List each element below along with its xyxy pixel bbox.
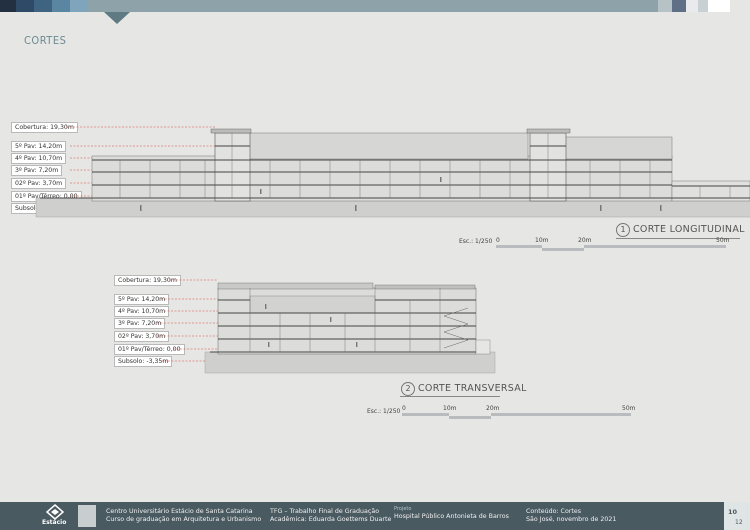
scale-tick-0: 0 xyxy=(496,237,500,244)
longitudinal-drawing xyxy=(35,126,750,218)
page-total: 12 xyxy=(735,519,743,526)
institution-line2: Curso de graduação em Arquitetura e Urba… xyxy=(106,516,262,523)
scale-bar-seg2 xyxy=(542,248,584,251)
tfg-line2: Acadêmica: Eduarda Goettems Duarte xyxy=(270,516,392,523)
t-scale-bar-seg3 xyxy=(491,413,631,416)
scale-tick-50: 50m xyxy=(716,237,730,244)
section-number-2: 2 xyxy=(401,382,415,396)
estacio-logo-mark xyxy=(45,504,65,520)
scale-bar-seg1 xyxy=(496,245,542,248)
course-badge xyxy=(78,505,96,527)
project-name: Hospital Público Antonieta de Barros xyxy=(394,513,509,520)
section-number-1: 1 xyxy=(616,223,630,237)
project-label: Projeto xyxy=(394,506,412,512)
institution-line1: Centro Universitário Estácio de Santa Ca… xyxy=(106,508,253,515)
scale-bar-seg3 xyxy=(584,245,726,248)
tfg-line1: TFG – Trabalho Final de Graduação xyxy=(270,508,380,515)
t-scale-tick-50: 50m xyxy=(622,405,636,412)
scale-tick-10: 10m xyxy=(535,237,549,244)
scale-tick-20: 20m xyxy=(578,237,592,244)
t-scale-bar-seg2 xyxy=(449,416,491,419)
t-scale-bar-seg1 xyxy=(402,413,449,416)
title-underline-2 xyxy=(400,396,500,397)
content-line2: São José, novembro de 2021 xyxy=(526,516,617,523)
scale-label: Esc.: 1/250 xyxy=(459,238,493,245)
section-title-transversal: CORTE TRANSVERSAL xyxy=(418,383,527,394)
content-line1: Conteúdo: Cortes xyxy=(526,508,582,515)
t-scale-tick-20: 20m xyxy=(486,405,500,412)
estacio-logo: Estácio xyxy=(40,504,70,528)
page-number-box: 10 12 xyxy=(724,502,750,530)
transversal-section: Cobertura: 19,30m 5º Pav: 14,20m 4º Pav:… xyxy=(0,260,750,430)
t-scale-label: Esc.: 1/250 xyxy=(367,408,401,415)
logo-text: Estácio xyxy=(42,519,67,526)
longitudinal-section: Cobertura: 19,30m 5º Pav: 14,20m 4º Pav:… xyxy=(0,0,750,260)
t-scale-tick-10: 10m xyxy=(443,405,457,412)
t-scale-tick-0: 0 xyxy=(402,405,406,412)
section-title-longitudinal: CORTE LONGITUDINAL xyxy=(633,224,745,235)
transversal-drawing xyxy=(157,279,496,374)
page-current: 10 xyxy=(728,508,738,516)
